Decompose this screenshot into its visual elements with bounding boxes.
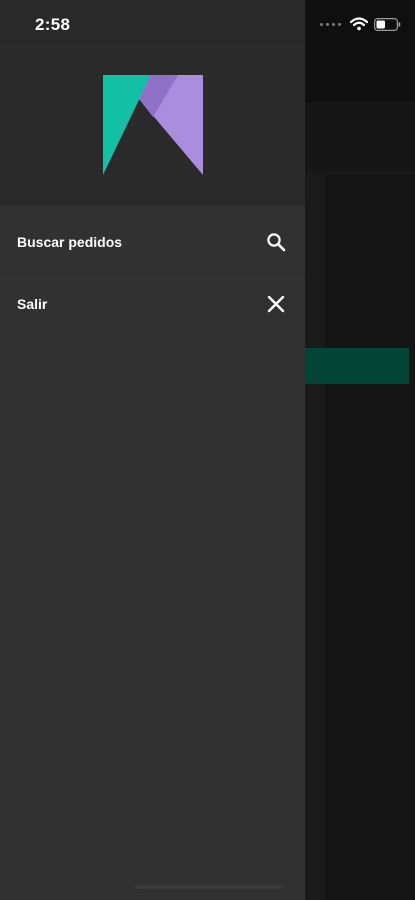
search-icon[interactable] xyxy=(265,231,287,253)
brand-logo-icon xyxy=(103,75,203,175)
drawer-header xyxy=(0,46,305,206)
navigation-drawer: Buscar pedidos Salir xyxy=(0,0,305,900)
status-time: 2:58 xyxy=(35,15,71,34)
home-indicator[interactable] xyxy=(135,885,283,889)
wifi-icon xyxy=(350,17,368,31)
menu-item-logout[interactable]: Salir xyxy=(0,273,305,335)
app-screen: Buscar pedidos Salir 2:58 xyxy=(0,0,415,900)
menu-item-search-orders[interactable]: Buscar pedidos xyxy=(0,211,305,273)
cellular-signal-icon xyxy=(320,22,341,26)
background-app-toolbar xyxy=(305,102,415,173)
close-icon[interactable] xyxy=(265,293,287,315)
menu-item-label: Salir xyxy=(17,296,48,312)
battery-icon xyxy=(374,17,401,31)
status-bar: 2:58 xyxy=(0,0,415,46)
status-icons xyxy=(320,14,401,34)
background-app-action-button xyxy=(305,348,409,384)
background-app-panel xyxy=(305,172,325,900)
menu-item-label: Buscar pedidos xyxy=(17,233,123,250)
